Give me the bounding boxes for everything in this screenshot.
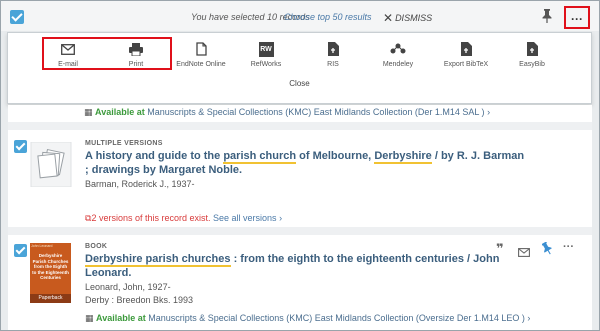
export-bibtex-action[interactable]: Export BibTeX	[436, 41, 496, 68]
book-cover-thumbnail: John Leonard Derbyshire Parish Churches …	[30, 243, 71, 303]
availability-status: Available at	[96, 313, 146, 323]
export-file-icon	[436, 41, 496, 57]
search-term-highlight: Derbyshire	[374, 150, 432, 164]
dismiss-label: DISMISS	[395, 13, 433, 23]
see-all-versions-link[interactable]: See all versions	[213, 213, 277, 223]
select-all-checkbox[interactable]	[10, 10, 24, 24]
refworks-label: RefWorks	[250, 61, 282, 68]
cover-format: Paperback	[30, 294, 71, 303]
title-part: : from the eighth to the eighteenth cent…	[230, 253, 500, 265]
ellipsis-icon[interactable]: ···	[563, 241, 574, 253]
mendeley-action[interactable]: Mendeley	[368, 41, 428, 68]
easybib-action[interactable]: EasyBib	[502, 41, 562, 68]
cover-title: Derbyshire Parish Churches from the Eigh…	[32, 253, 69, 280]
record-checkbox[interactable]	[14, 140, 27, 153]
chevron-right-icon: ›	[487, 107, 491, 117]
chevron-right-icon: ›	[527, 313, 531, 323]
close-panel-button[interactable]: Close	[8, 79, 591, 88]
divider	[8, 227, 592, 235]
results-list: ▦ Available at Manuscripts & Special Col…	[8, 105, 592, 330]
title-part: A history and guide to the	[85, 150, 224, 162]
ris-label: RIS	[327, 61, 339, 68]
building-icon: ▦	[84, 107, 93, 117]
availability-status: Available at	[95, 107, 145, 117]
refworks-icon: RW	[236, 41, 296, 57]
title-part: of Melbourne,	[296, 150, 375, 162]
close-icon: ✕	[383, 11, 394, 25]
easybib-label: EasyBib	[519, 61, 545, 68]
export-file-icon	[303, 41, 363, 57]
versions-line[interactable]: ⧉2 versions of this record exist. See al…	[85, 213, 282, 224]
ellipsis-icon: ···	[571, 12, 583, 26]
record-title-link[interactable]: A history and guide to the parish church…	[85, 149, 565, 177]
divider	[8, 122, 592, 130]
dismiss-button[interactable]: ✕ DISMISS	[383, 11, 432, 25]
print-icon	[106, 41, 166, 57]
pin-icon[interactable]	[542, 9, 552, 28]
mendeley-icon	[368, 41, 428, 57]
email-icon	[38, 41, 98, 57]
citation-icon[interactable]: ❞	[496, 241, 504, 257]
record-checkbox[interactable]	[14, 244, 27, 257]
record-author: Leonard, John, 1927-	[85, 282, 171, 292]
title-part: / by R. J. Barman	[431, 150, 525, 162]
title-line-2: Leonard.	[85, 267, 132, 279]
export-bibtex-label: Export BibTeX	[443, 61, 489, 68]
refworks-icon-text: RW	[258, 41, 274, 57]
availability-location: Manuscripts & Special Collections (KMC) …	[148, 313, 525, 323]
print-action[interactable]: Print	[106, 41, 166, 68]
endnote-action[interactable]: EndNote Online	[171, 41, 231, 68]
availability-line[interactable]: ▦ Available at Manuscripts & Special Col…	[84, 107, 490, 118]
endnote-label: EndNote Online	[176, 61, 226, 68]
choose-top-results-link[interactable]: Choose top 50 results	[284, 12, 372, 22]
export-actions-panel: E-mail Print EndNote Online RW RefWorks …	[7, 32, 592, 104]
ris-action[interactable]: RIS	[303, 41, 363, 68]
multiple-versions-thumbnail	[30, 141, 72, 188]
pin-icon[interactable]	[541, 241, 552, 260]
building-icon: ▦	[85, 313, 94, 323]
export-file-icon	[502, 41, 562, 57]
document-icon	[171, 41, 231, 57]
email-action[interactable]: E-mail	[38, 41, 98, 68]
availability-location: Manuscripts & Special Collections (KMC) …	[147, 107, 485, 117]
email-label: E-mail	[58, 61, 78, 68]
more-actions-button[interactable]: ···	[564, 6, 590, 29]
title-line-2: ; drawings by Margaret Noble.	[85, 164, 243, 176]
availability-line[interactable]: ▦ Available at Manuscripts & Special Col…	[85, 313, 530, 324]
mendeley-label: Mendeley	[382, 61, 414, 68]
search-term-highlight: parish church	[223, 150, 297, 164]
search-term-highlight: Derbyshire parish churches	[85, 253, 231, 267]
email-icon[interactable]	[518, 244, 530, 262]
record-author: Barman, Roderick J., 1937-	[85, 179, 195, 189]
refworks-action[interactable]: RW RefWorks	[236, 41, 296, 68]
print-label: Print	[128, 61, 144, 68]
record-type: BOOK	[85, 243, 108, 250]
selection-bar: You have selected 10 records Choose top …	[1, 1, 599, 31]
record-type: MULTIPLE VERSIONS	[85, 140, 163, 147]
record-title-link[interactable]: Derbyshire parish churches : from the ei…	[85, 252, 499, 280]
record-publisher: Derby : Breedon Bks. 1993	[85, 295, 194, 305]
chevron-right-icon: ›	[279, 213, 283, 223]
cover-author: John Leonard	[31, 244, 53, 248]
versions-count: 2 versions of this record exist.	[91, 213, 211, 223]
